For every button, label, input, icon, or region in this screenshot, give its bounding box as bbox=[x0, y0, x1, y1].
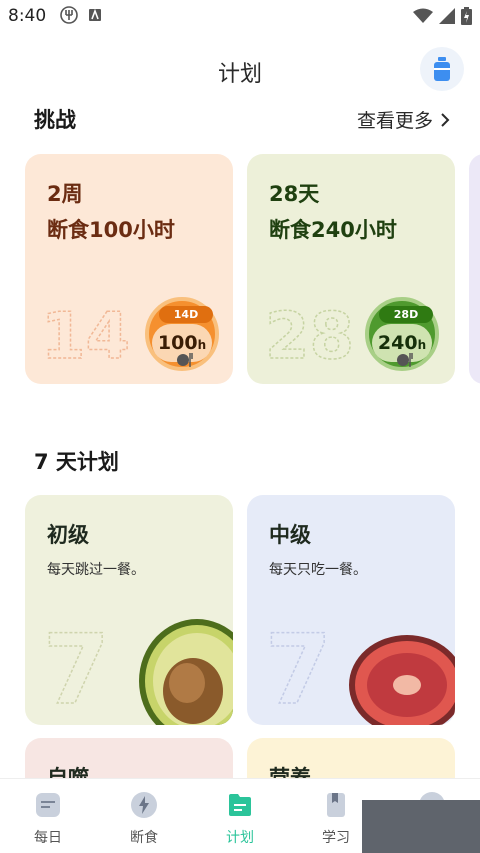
tab-daily[interactable]: 每日 bbox=[18, 791, 78, 847]
challenge-card-next[interactable] bbox=[469, 154, 480, 384]
plan-card-beginner[interactable]: 初级 每天跳过一餐。 7 bbox=[25, 495, 233, 725]
tab-label: 断食 bbox=[130, 830, 158, 846]
water-tracker-button[interactable] bbox=[420, 47, 464, 91]
plan-card-title: 初级 bbox=[47, 523, 89, 547]
badge-days: 14D bbox=[159, 306, 213, 323]
fork-notification-icon bbox=[60, 6, 78, 24]
status-bar: 8:40 bbox=[0, 0, 480, 34]
battery-icon bbox=[461, 7, 472, 25]
plan-card-title: 中级 bbox=[269, 523, 311, 547]
fig-image bbox=[349, 635, 455, 725]
plan-icon bbox=[229, 794, 251, 816]
badge-days: 28D bbox=[379, 306, 433, 323]
see-more-label: 查看更多 bbox=[356, 110, 433, 132]
challenge-card-duration: 28天 bbox=[269, 182, 320, 206]
tab-learn[interactable]: 学习 bbox=[306, 791, 366, 847]
page-title: 计划 bbox=[217, 62, 262, 87]
status-notifications bbox=[60, 6, 102, 24]
challenge-card-goal: 断食240小时 bbox=[269, 218, 397, 242]
seven-day-plan-header: 7 天计划 bbox=[34, 450, 119, 474]
tab-label: 学习 bbox=[322, 830, 350, 846]
avocado-image bbox=[139, 619, 233, 725]
fork-knife-icon bbox=[397, 353, 413, 367]
wifi-icon bbox=[413, 8, 433, 23]
plan-big-number: 7 bbox=[265, 623, 333, 713]
svg-text:7: 7 bbox=[265, 623, 332, 713]
challenge-card-14d[interactable]: 2周 断食100小时 14 14D 100h bbox=[25, 154, 233, 384]
challenges-header: 挑战 bbox=[34, 108, 76, 132]
status-system-icons bbox=[413, 7, 472, 25]
challenge-card-goal: 断食100小时 bbox=[47, 218, 175, 242]
tab-label: 计划 bbox=[226, 830, 254, 846]
challenge-big-number: 14 bbox=[41, 302, 131, 364]
chevron-right-icon bbox=[441, 112, 450, 127]
plan-big-number: 7 bbox=[43, 623, 111, 713]
plan-card-intermediate[interactable]: 中级 每天只吃一餐。 7 bbox=[247, 495, 455, 725]
svg-text:7: 7 bbox=[43, 623, 110, 713]
app-notification-icon bbox=[89, 8, 101, 21]
water-bottle-icon bbox=[434, 57, 450, 81]
tab-label: 每日 bbox=[34, 830, 62, 846]
svg-text:28: 28 bbox=[265, 302, 354, 364]
challenge-badge: 14D 100h bbox=[145, 297, 219, 371]
challenge-card-duration: 2周 bbox=[47, 182, 83, 206]
overlay-box bbox=[362, 800, 480, 853]
status-time: 8:40 bbox=[8, 6, 47, 26]
signal-icon bbox=[439, 8, 455, 24]
see-more-link[interactable]: 查看更多 bbox=[357, 106, 450, 133]
challenge-badge: 28D 240h bbox=[365, 297, 439, 371]
challenge-big-number: 28 bbox=[265, 302, 355, 364]
fork-knife-icon bbox=[177, 353, 193, 367]
svg-text:14: 14 bbox=[41, 302, 130, 364]
challenge-card-28d[interactable]: 28天 断食240小时 28 28D 240h bbox=[247, 154, 455, 384]
plan-card-description: 每天只吃一餐。 bbox=[269, 562, 367, 578]
learn-icon bbox=[327, 793, 345, 817]
tab-fasting[interactable]: 断食 bbox=[114, 791, 174, 847]
plan-card-description: 每天跳过一餐。 bbox=[47, 562, 145, 578]
daily-icon bbox=[36, 793, 60, 817]
tab-plan[interactable]: 计划 bbox=[210, 791, 270, 847]
fasting-icon bbox=[131, 792, 157, 818]
